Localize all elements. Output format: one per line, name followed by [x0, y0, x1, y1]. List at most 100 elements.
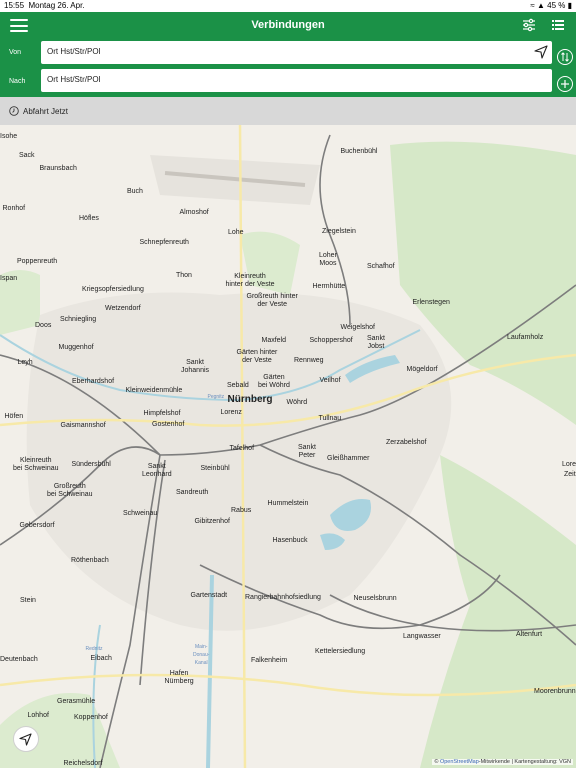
map-place-label: Röthenbach [71, 557, 109, 564]
status-bar: 15:55 Montag 26. Apr. ≈ ▲ 45 % ▮ [0, 0, 576, 12]
map-place-label: Maxfeld [261, 337, 287, 344]
map-place-label: Poppenreuth [17, 258, 58, 265]
map-place-label: Altenfurt [516, 631, 543, 638]
map-place-label: Falkenheim [251, 657, 288, 664]
map-place-label: Steinbühl [200, 465, 230, 472]
map-place-label: Sankt Peter [298, 444, 316, 459]
map-place-label: Himpfelshof [143, 410, 181, 417]
map-place-label: Rednitz [85, 646, 103, 652]
map-place-label: Gartenstadt [190, 592, 228, 599]
map-place-label: Tafelhof [229, 445, 255, 452]
locate-me-button[interactable] [13, 726, 39, 752]
map-place-label: Erlenstegen [412, 299, 450, 306]
from-label: Von [9, 49, 22, 56]
map-place-label: Schnepfenreuth [139, 239, 189, 246]
status-indicators: ≈ ▲ 45 % ▮ [530, 1, 572, 10]
map-place-label: Weigelshof [340, 324, 376, 331]
map-place-label: Kleinweidenmühle [125, 387, 183, 394]
map-place-label: Koppenhof [74, 714, 108, 721]
map-place-label: Mögeldorf [406, 366, 438, 373]
map-place-label: Sandreuth [176, 489, 209, 496]
to-input[interactable] [47, 75, 517, 84]
map-view[interactable]: Buchenbühl Sack Braunsbach Buch Ronhof Höfles… [0, 125, 576, 768]
map-place-label: Loher Moos [319, 252, 337, 267]
navigation-arrow-icon [19, 733, 32, 746]
map-place-label: Schoppershof [309, 337, 353, 344]
map-place-label: Schniegling [60, 316, 97, 323]
map-place-label: Gostenhof [152, 421, 185, 428]
map-place-label: Sankt Leonhard [142, 463, 172, 478]
map-place-label: Hummelstein [267, 500, 309, 507]
map-place-label: Kettelersiedlung [315, 648, 366, 655]
map-place-label: Kleinreuth hinter der Veste [225, 273, 275, 288]
sliders-icon[interactable] [522, 18, 536, 32]
map-place-label: Lorenz [220, 409, 242, 416]
add-via-button[interactable] [557, 76, 573, 92]
map-place-label: Schweinau [123, 510, 158, 517]
map-place-label: Sack [19, 152, 35, 159]
map-place-label: Braunsbach [39, 165, 77, 172]
map-place-label: Hafen Nürnberg [164, 670, 194, 685]
map-place-label: Rabus [231, 507, 252, 514]
map-place-label: Eibach [90, 655, 112, 662]
plus-icon [561, 80, 569, 88]
map-place-label: Neuselsbrunn [353, 595, 397, 602]
map-place-label: Pegnitz [207, 394, 225, 400]
map-place-label: Rangierbahnhofsiedlung [245, 594, 321, 601]
map-place-label: Sündersbühl [71, 461, 111, 468]
swap-button[interactable] [557, 49, 573, 65]
map-place-label: Höfen [4, 413, 24, 420]
from-field[interactable] [41, 41, 552, 64]
map-place-label: Gleißhammer [327, 455, 370, 462]
map-place-label: Zeit [564, 471, 576, 478]
map-place-label: Gerasmühle [57, 698, 96, 705]
map-place-label: Ispan [0, 275, 18, 282]
map-place-label: Reichelsdorf [63, 760, 103, 767]
map-place-label: Schafhof [367, 263, 395, 270]
to-field[interactable] [41, 69, 552, 92]
map-place-label: Lohhof [27, 712, 49, 719]
page-title: Verbindungen [251, 19, 325, 31]
map-place-label: Muggenhof [58, 344, 94, 351]
map-place-label: Großreuth bei Schweinau [47, 483, 93, 498]
map-place-label: Hasenbuck [272, 537, 308, 544]
to-label: Nach [9, 78, 26, 85]
map-place-label: Stein [20, 597, 36, 604]
map-place-label: Gärten bei Wöhrd [258, 374, 290, 389]
map-attribution: © OpenStreetMap-Mitwirkende | Kartengest… [432, 759, 573, 765]
connections-header: Verbindungen Von Nach [0, 12, 576, 97]
map-place-label: Rennweg [294, 357, 324, 364]
map-place-label: Hermhütte [312, 283, 346, 290]
map-place-label: Lore [562, 461, 576, 468]
map-place-label: Gibitzenhof [194, 518, 230, 525]
map-place-label: Moorenbrunn [534, 688, 576, 695]
departure-time-bar[interactable]: Abfahrt Jetzt [0, 97, 576, 125]
map-place-label: Gebersdorf [19, 522, 55, 529]
map-place-label: Kleinreuth bei Schweinau [13, 457, 59, 472]
map-place-label: Ronhof [2, 205, 26, 212]
map-place-label: Langwasser [403, 633, 441, 640]
map-place-label: Gärten hinter der Veste [236, 349, 278, 364]
clock-icon [9, 106, 19, 116]
swap-icon [561, 52, 569, 62]
map-place-label: Ziegelstein [322, 228, 356, 235]
map-place-label: Isohe [0, 133, 18, 140]
map-place-label: Eberhardshof [72, 378, 115, 385]
osm-link[interactable]: OpenStreetMap [440, 759, 479, 765]
map-place-label: Sebald [227, 382, 249, 389]
map-place-label: Main- Donau- Kanal [193, 644, 210, 666]
map-place-label: Lohe [228, 229, 244, 236]
map-place-label: Wetzendorf [105, 305, 141, 312]
navigation-arrow-icon[interactable] [534, 45, 548, 59]
from-input[interactable] [47, 47, 517, 56]
map-city-label: Nürnberg [227, 394, 273, 405]
map-place-label: Deutenbach [0, 656, 38, 663]
map-place-label: Sankt Jobst [367, 335, 385, 350]
map-place-label: Höfles [79, 215, 99, 222]
map-place-label: Almoshof [179, 209, 209, 216]
status-time-date: 15:55 Montag 26. Apr. [4, 1, 85, 10]
map-place-label: Veilhof [319, 377, 341, 384]
map-place-label: Tullnau [318, 415, 342, 422]
map-place-label: Buch [127, 188, 143, 195]
list-icon[interactable] [552, 20, 564, 30]
